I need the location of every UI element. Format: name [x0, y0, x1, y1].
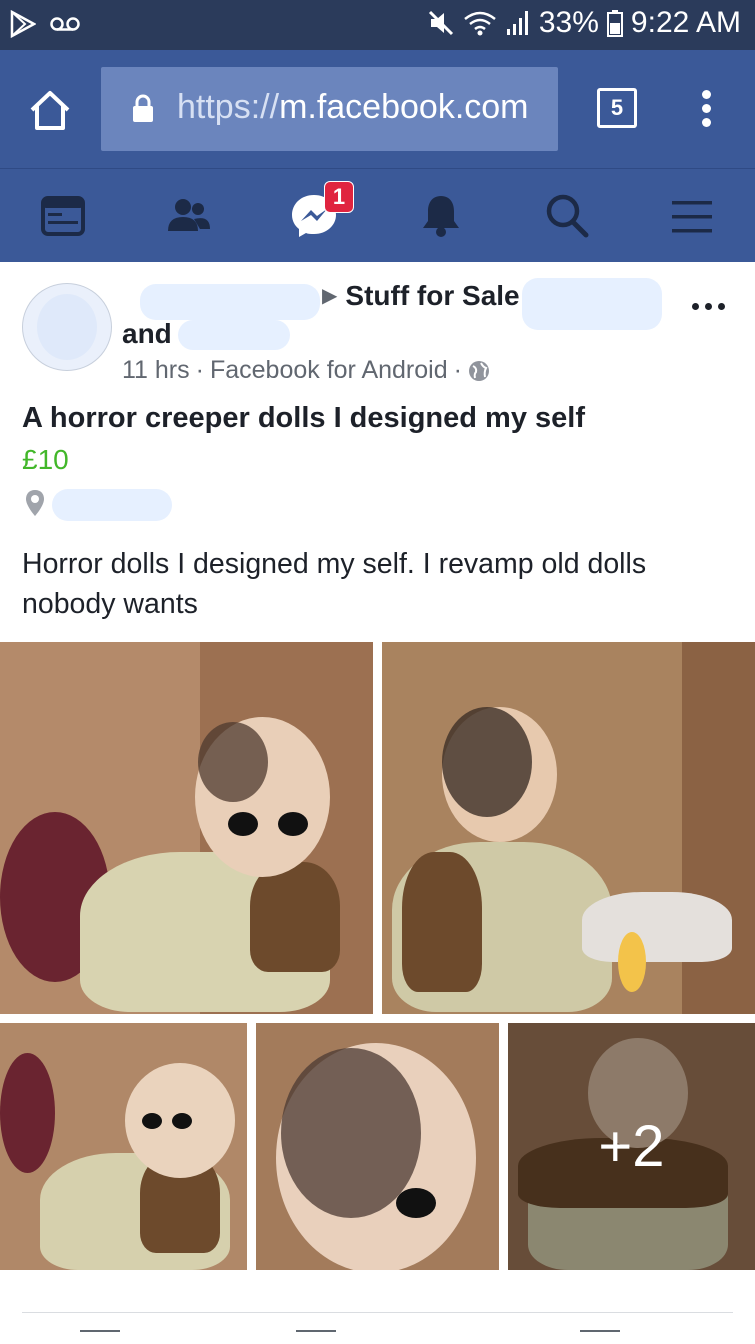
mute-icon	[428, 10, 453, 36]
messenger-badge: 1	[324, 181, 354, 213]
listing-title: A horror creeper dolls I designed my sel…	[22, 402, 585, 434]
facebook-nav-bar: 1	[0, 168, 755, 263]
meta-separator-1: ·	[195, 356, 204, 384]
redacted-author-name	[140, 284, 320, 320]
listing-photo-5[interactable]: +2	[508, 1023, 755, 1270]
meta-separator-2: ·	[453, 356, 462, 384]
status-bar: 33% 9:22 AM	[0, 0, 755, 50]
browser-toolbar: https://m.facebook.com 5	[0, 50, 755, 168]
notifications-icon[interactable]	[416, 191, 466, 241]
more-options-icon[interactable]	[692, 303, 728, 313]
group-name-link[interactable]: Stuff for Sale	[345, 280, 519, 311]
home-icon[interactable]	[28, 88, 72, 132]
listing-description: Horror dolls I designed my self. I revam…	[22, 548, 647, 620]
listing-photo-3[interactable]	[0, 1023, 247, 1270]
location-pin-icon	[26, 490, 44, 516]
author-line2-prefix: and	[122, 318, 172, 349]
avatar[interactable]	[22, 283, 112, 371]
redacted-group-suffix	[522, 278, 662, 330]
play-store-icon	[10, 10, 36, 38]
redacted-author-name-2	[178, 320, 290, 350]
marketplace-post: ▶ Stuff for Sale and 11 hrs · Facebook fo…	[0, 262, 755, 1342]
wifi-icon	[464, 11, 496, 36]
post-divider	[22, 1312, 733, 1313]
post-source: Facebook for Android	[209, 356, 448, 384]
voicemail-icon	[50, 17, 80, 31]
url-text: https://m.facebook.com	[177, 88, 529, 127]
search-icon[interactable]	[542, 191, 592, 241]
post-header-line2: and	[122, 318, 172, 350]
listing-photo-2[interactable]	[382, 642, 755, 1014]
battery-percent: 33%	[538, 6, 599, 39]
browser-menu-icon[interactable]	[700, 90, 712, 130]
menu-icon[interactable]	[667, 191, 717, 241]
more-photos-overlay[interactable]: +2	[508, 1023, 755, 1270]
redacted-location	[52, 489, 172, 521]
friends-icon[interactable]	[164, 191, 214, 241]
listing-photo-4[interactable]	[256, 1023, 499, 1270]
tab-switcher-button[interactable]: 5	[597, 88, 637, 128]
clock: 9:22 AM	[630, 6, 741, 39]
signal-icon	[506, 11, 528, 35]
listing-photo-1[interactable]	[0, 642, 373, 1014]
lock-icon	[133, 94, 153, 122]
listing-price: £10	[22, 444, 69, 475]
news-feed-icon[interactable]	[38, 191, 88, 241]
post-meta: 11 hrs · Facebook for Android ·	[122, 356, 490, 385]
battery-icon	[606, 10, 623, 37]
url-protocol: https://	[177, 88, 280, 126]
globe-icon	[468, 360, 489, 381]
post-time[interactable]: 11 hrs	[122, 356, 190, 385]
url-host: m.facebook.com	[279, 88, 529, 126]
url-bar[interactable]: https://m.facebook.com	[101, 67, 558, 151]
arrow-right-icon: ▶	[322, 285, 338, 307]
listing-location	[24, 489, 224, 521]
